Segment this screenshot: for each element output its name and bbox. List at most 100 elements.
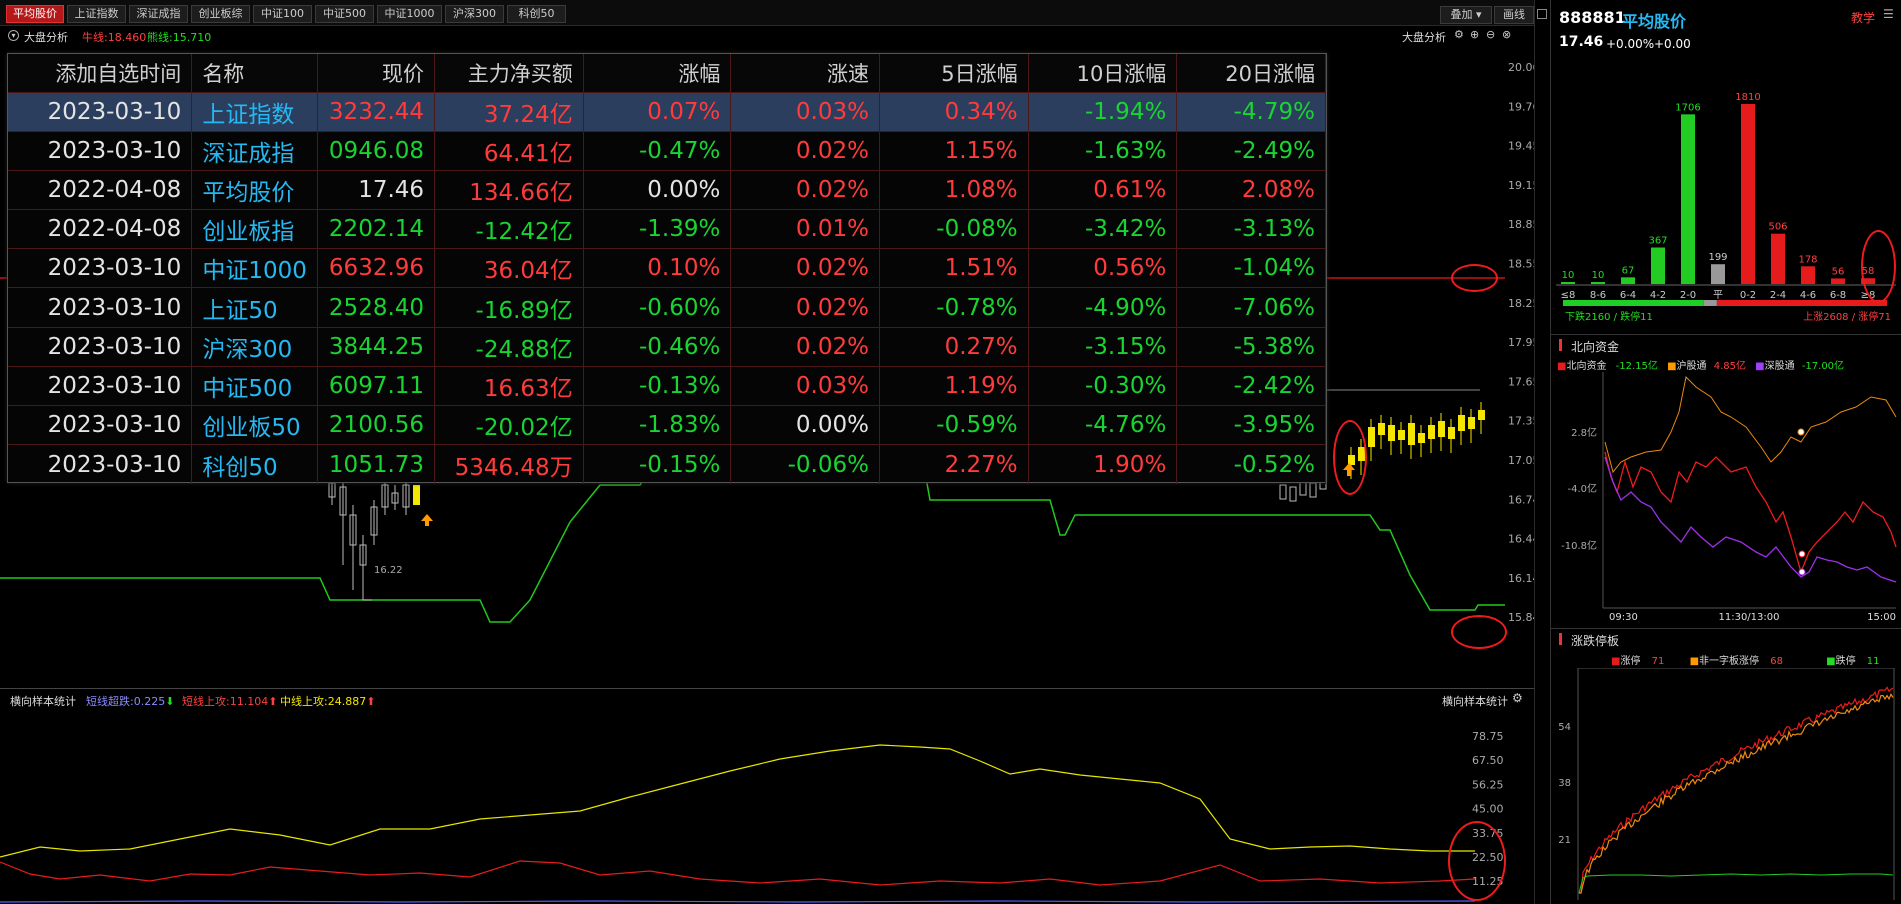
distribution-bar xyxy=(1681,114,1695,284)
overlay-button[interactable]: 叠加 ▾ xyxy=(1440,6,1492,24)
candle-body xyxy=(1478,410,1485,420)
row-speed: 0.02% xyxy=(730,326,880,367)
tab-csi100[interactable]: 中证100 xyxy=(253,5,312,23)
distribution-bar-value: 1810 xyxy=(1735,92,1760,103)
vertical-divider xyxy=(1534,0,1548,904)
limit-down-label: 跌停 xyxy=(1835,656,1856,667)
tab-shanghai-index[interactable]: 上证指数 xyxy=(67,5,126,23)
col-add-time[interactable]: 添加自选时间 xyxy=(8,54,193,92)
row-5d: 2.27% xyxy=(879,444,1029,484)
table-row[interactable]: 2023-03-10 创业板50 2100.56 -20.02亿 -1.83% 0.00%… xyxy=(8,404,1326,445)
table-row[interactable]: 2023-03-10 中证500 6097.11 16.63亿 -0.13% 0.03% 1… xyxy=(8,365,1326,406)
zoom-out-icon[interactable]: ⊖ xyxy=(1486,28,1495,41)
row-change: 0.10% xyxy=(583,248,732,288)
row-5d: 0.27% xyxy=(879,326,1029,367)
distribution-bar-label: 4-6 xyxy=(1800,290,1816,301)
distribution-bar-label: 2-4 xyxy=(1770,290,1786,301)
table-row[interactable]: 2022-04-08 创业板指 2202.14 -12.42亿 -1.39% 0.01% -… xyxy=(8,209,1326,249)
row-10d: -4.76% xyxy=(1028,404,1178,445)
non-one-word-label: 非一字板涨停 xyxy=(1699,656,1760,667)
col-20d[interactable]: 20日涨幅 xyxy=(1176,54,1326,92)
north-flow-title: 北向资金 xyxy=(1571,340,1620,354)
col-name[interactable]: 名称 xyxy=(191,54,319,92)
distribution-bar-value: 199 xyxy=(1708,252,1727,263)
collapse-icon[interactable]: ▾ xyxy=(8,30,19,41)
north-y-tick: -4.0亿 xyxy=(1567,482,1597,495)
lower-y-tick: 67.50 xyxy=(1472,754,1504,767)
col-5d[interactable]: 5日涨幅 xyxy=(879,54,1029,92)
down-ratio-bar xyxy=(1563,300,1704,306)
limit-up-label: 涨停 xyxy=(1620,656,1641,667)
legend-marker: ■ xyxy=(1667,361,1677,372)
row-change: 0.00% xyxy=(583,169,732,210)
app: 平均股价 上证指数 深证成指 创业板综 中证100 中证500 中证1000 沪… xyxy=(0,0,1901,904)
row-price: 2202.14 xyxy=(317,209,436,249)
table-row[interactable]: 2023-03-10 深证成指 0946.08 64.41亿 -0.47% 0.02% 1.… xyxy=(8,130,1326,171)
table-row[interactable]: 2023-03-10 科创50 1051.73 5346.48万 -0.15% -0.06… xyxy=(8,444,1326,484)
row-date: 2023-03-10 xyxy=(8,248,193,288)
tab-csi1000[interactable]: 中证1000 xyxy=(377,5,442,23)
main-y-tick: 15.84 xyxy=(1508,611,1534,624)
teach-link[interactable]: 教学 xyxy=(1851,9,1875,26)
main-y-tick: 16.14 xyxy=(1508,572,1534,585)
sample-stat-chart: 78.7567.5056.2545.0033.7522.5011.25 xyxy=(0,730,1504,903)
tab-average-price[interactable]: 平均股价 xyxy=(6,5,64,23)
row-change: -1.83% xyxy=(583,404,732,445)
limit-board-title: 涨跌停板 xyxy=(1571,634,1620,648)
row-date: 2023-03-10 xyxy=(8,365,193,406)
row-change: -0.13% xyxy=(583,365,732,406)
distribution-bar xyxy=(1711,264,1725,284)
col-price[interactable]: 现价 xyxy=(317,54,436,92)
non-one-word-value: 68 xyxy=(1770,656,1783,667)
draw-line-button[interactable]: 画线 xyxy=(1494,6,1534,24)
limit-board-legend: ■涨停 71 ■非一字板涨停 68 ■跌停 11 xyxy=(1611,652,1901,667)
table-row[interactable]: 2022-04-08 平均股价 17.46 134.66亿 0.00% 0.02% 1.08… xyxy=(8,169,1326,210)
settings-icon[interactable]: ⚙ xyxy=(1454,28,1464,41)
north-total-value: -12.15亿 xyxy=(1615,361,1658,372)
distribution-bar xyxy=(1771,233,1785,284)
row-20d: 2.08% xyxy=(1176,169,1326,210)
stock-change: +0.00 xyxy=(1654,37,1691,51)
tab-star50[interactable]: 科创50 xyxy=(507,5,566,23)
right-panel: 888881 平均股价 教学 ☰ 17.46 +0.00% +0.00 10 ≤8… xyxy=(1550,0,1901,904)
main-y-tick: 16.74 xyxy=(1508,493,1534,506)
row-price: 3844.25 xyxy=(317,326,436,367)
tab-csi500[interactable]: 中证500 xyxy=(315,5,374,23)
tab-shenzhen-index[interactable]: 深证成指 xyxy=(129,5,188,23)
short-down-line xyxy=(0,900,1476,903)
candle-body xyxy=(1289,486,1297,502)
sz-connect-value: -17.00亿 xyxy=(1801,361,1845,372)
menu-icon[interactable]: ☰ xyxy=(1883,7,1894,21)
candle-body xyxy=(1309,482,1317,498)
col-net-buy[interactable]: 主力净买额 xyxy=(434,54,584,92)
row-change: -0.60% xyxy=(583,287,732,328)
col-10d[interactable]: 10日涨幅 xyxy=(1028,54,1178,92)
tab-csi300[interactable]: 沪深300 xyxy=(445,5,504,23)
table-row[interactable]: 2023-03-10 沪深300 3844.25 -24.88亿 -0.46% 0.02%… xyxy=(8,326,1326,367)
distribution-bar xyxy=(1561,282,1575,284)
mid-up-line xyxy=(0,744,1475,858)
row-10d: -3.42% xyxy=(1028,209,1178,249)
row-20d: -5.38% xyxy=(1176,326,1326,367)
row-5d: 1.51% xyxy=(879,248,1029,288)
stock-code: 888881 xyxy=(1559,8,1626,27)
close-icon[interactable]: ⊗ xyxy=(1502,28,1511,41)
candle-body xyxy=(1418,433,1425,443)
highlight-oval-lower xyxy=(1448,821,1506,901)
zoom-in-icon[interactable]: ⊕ xyxy=(1470,28,1479,41)
limit-board-header: 涨跌停板 xyxy=(1551,628,1901,648)
row-date: 2023-03-10 xyxy=(8,91,193,132)
col-speed[interactable]: 涨速 xyxy=(730,54,880,92)
table-row[interactable]: 2023-03-10 中证1000 6632.96 36.04亿 0.10% 0.02% 1… xyxy=(8,248,1326,288)
row-net-buy: -12.42亿 xyxy=(434,209,584,249)
row-price: 3232.44 xyxy=(317,91,436,132)
table-row[interactable]: 2023-03-10 上证50 2528.40 -16.89亿 -0.60% 0.02% -… xyxy=(8,287,1326,328)
table-row[interactable]: 2023-03-10 上证指数 3232.44 37.24亿 0.07% 0.03% 0.3… xyxy=(8,91,1326,132)
row-20d: -7.06% xyxy=(1176,287,1326,328)
row-speed: 0.01% xyxy=(730,209,880,249)
col-change[interactable]: 涨幅 xyxy=(583,54,732,92)
tab-chinext-composite[interactable]: 创业板综 xyxy=(191,5,250,23)
distribution-bar xyxy=(1831,278,1845,284)
panel-toggle-icon[interactable] xyxy=(1537,9,1547,19)
limit-up-line xyxy=(1579,686,1894,894)
